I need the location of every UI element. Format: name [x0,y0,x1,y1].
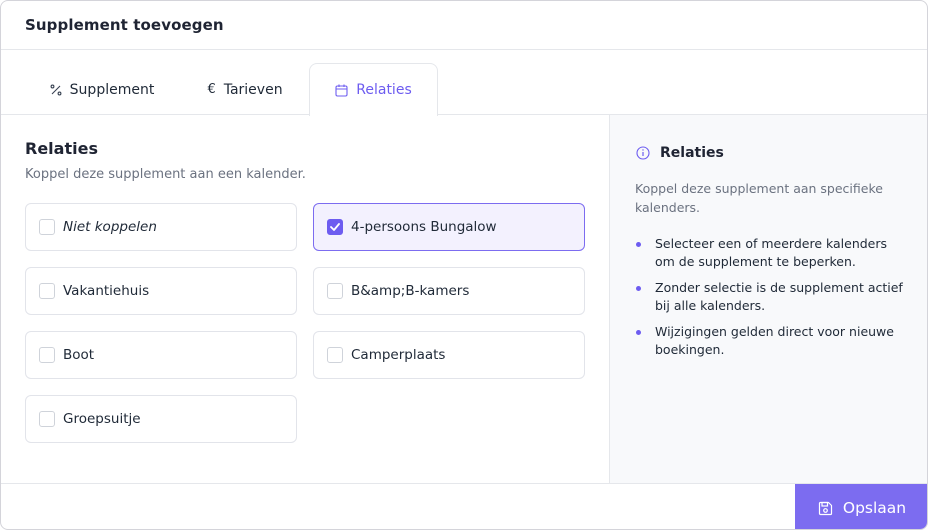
option-vakantiehuis[interactable]: Vakantiehuis [25,267,297,315]
info-bullet: Wijzigingen gelden direct voor nieuwe bo… [635,323,910,359]
save-button[interactable]: Opslaan [795,484,927,529]
option-label: Niet koppelen [63,219,157,235]
save-button-label: Opslaan [842,499,907,517]
option-label: Boot [63,347,95,363]
option-label: B&amp;B-kamers [351,283,470,299]
info-bullet: Zonder selectie is de supplement actief … [635,279,910,315]
option-label: Groepsuitje [63,411,141,427]
bullet-text: Wijzigingen gelden direct voor nieuwe bo… [655,324,894,357]
bullet-text: Zonder selectie is de supplement actief … [655,280,903,313]
info-header: Relaties [636,145,724,161]
section-title: Relaties [25,139,98,158]
relaties-panel: Relaties Koppel deze supplement aan een … [1,115,609,483]
tab-relaties-label: Relaties [356,82,412,98]
info-bullet: Selecteer een of meerdere kalenders om d… [635,235,910,271]
info-description: Koppel deze supplement aan specifieke ka… [635,181,883,215]
checkbox[interactable] [327,347,343,363]
option-boot[interactable]: Boot [25,331,297,379]
tab-tarieven-label: Tarieven [223,81,283,98]
bullet-dot [636,286,641,291]
info-panel: Relaties Koppel deze supplement aan spec… [609,115,927,483]
dialog-header: Supplement toevoegen [1,1,927,50]
euro-icon: € [207,82,216,97]
section-subtitle: Koppel deze supplement aan een kalender. [25,167,306,182]
dialog-title: Supplement toevoegen [25,16,224,34]
checkbox[interactable] [39,347,55,363]
bullet-dot [636,242,641,247]
tab-supplement-label: Supplement [69,81,155,98]
bullet-text: Selecteer een of meerdere kalenders om d… [655,236,888,269]
info-title: Relaties [660,145,724,161]
checkbox[interactable] [39,283,55,299]
bullet-dot [636,330,641,335]
tab-bar: Supplement € Tarieven Relaties [1,50,927,116]
option-camperplaats[interactable]: Camperplaats [313,331,585,379]
info-bullets: Selecteer een of meerdere kalenders om d… [635,235,910,367]
tab-supplement[interactable]: Supplement [37,63,167,116]
save-icon [818,501,833,516]
option-label: Camperplaats [351,347,446,363]
checkbox[interactable] [327,219,343,235]
option-niet-koppelen[interactable]: Niet koppelen [25,203,297,251]
tab-relaties[interactable]: Relaties [309,63,438,116]
checkbox[interactable] [327,283,343,299]
checkbox[interactable] [39,411,55,427]
dialog-footer: Opslaan [1,483,927,529]
info-icon [636,146,650,160]
calendar-icon [335,84,348,97]
check-icon [330,223,340,231]
option-bb-kamers[interactable]: B&amp;B-kamers [313,267,585,315]
option-label: Vakantiehuis [63,283,150,299]
checkbox[interactable] [39,219,55,235]
supplement-dialog: Supplement toevoegen Supplement € Tariev… [0,0,928,530]
option-groepsuitje[interactable]: Groepsuitje [25,395,297,443]
tab-tarieven[interactable]: € Tarieven [191,63,299,116]
percent-icon [50,84,62,96]
option-label: 4-persoons Bungalow [351,219,497,235]
option-4-persoons-bungalow[interactable]: 4-persoons Bungalow [313,203,585,251]
